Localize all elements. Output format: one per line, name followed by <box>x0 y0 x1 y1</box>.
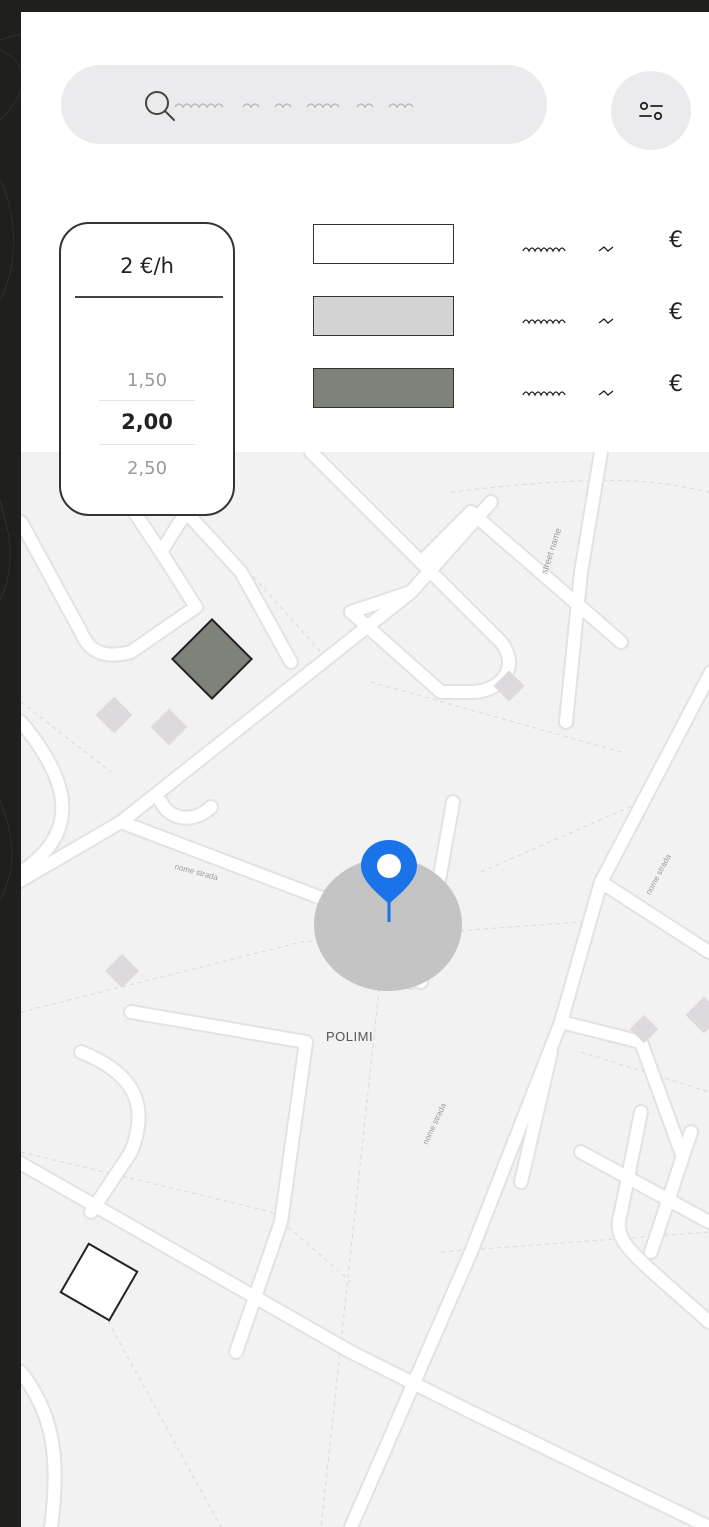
legend-text-scribble <box>522 390 614 397</box>
filter-button[interactable] <box>611 71 691 150</box>
legend-row: € <box>313 296 693 338</box>
map[interactable] <box>21 452 709 1527</box>
search-bar[interactable] <box>61 65 547 144</box>
legend-swatch <box>313 296 454 336</box>
price-option[interactable]: 1,50 <box>61 370 233 391</box>
legend-text-scribble <box>522 318 614 325</box>
phone-screen: street name nome strada nome strada nome… <box>21 12 709 1527</box>
divider <box>99 444 195 445</box>
legend-row: € <box>313 224 693 266</box>
legend-swatch <box>313 368 454 408</box>
legend-row: € <box>313 368 693 410</box>
legend-text-scribble <box>522 246 614 253</box>
placeholder-scribble <box>174 103 414 109</box>
price-picker[interactable]: 2 €/h 1,50 2,00 2,50 <box>59 222 235 516</box>
location-pin-icon[interactable] <box>359 838 419 938</box>
price-option-selected[interactable]: 2,00 <box>61 410 233 434</box>
euro-symbol: € <box>669 228 683 253</box>
search-icon <box>145 91 175 121</box>
divider <box>75 296 223 298</box>
euro-symbol: € <box>669 372 683 397</box>
price-current: 2 €/h <box>120 254 174 278</box>
place-label: POLIMI <box>326 1029 374 1044</box>
euro-symbol: € <box>669 300 683 325</box>
price-option[interactable]: 2,50 <box>61 458 233 479</box>
sliders-icon <box>639 101 663 120</box>
legend-swatch <box>313 224 454 264</box>
divider <box>99 400 195 401</box>
